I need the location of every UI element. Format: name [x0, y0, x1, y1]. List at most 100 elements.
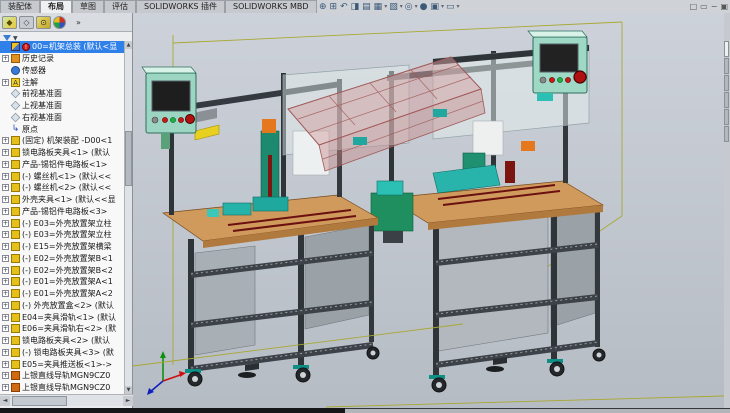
tree-item[interactable]: +(-) E15=外壳放置架横梁: [0, 241, 126, 253]
expand-icon[interactable]: +: [2, 79, 9, 86]
tab-layout[interactable]: 布局: [40, 0, 72, 13]
expand-icon[interactable]: +: [2, 384, 9, 391]
edit-appearance-ball-icon[interactable]: [53, 16, 66, 29]
tree-item[interactable]: +(-) 螺丝机<1> (默认<<: [0, 170, 126, 182]
expand-icon[interactable]: +: [2, 208, 9, 215]
tree-item[interactable]: !00=机架总装 (默认<显: [0, 41, 126, 53]
expand-icon[interactable]: +: [2, 220, 9, 227]
horizontal-scroll-thumb[interactable]: [12, 396, 67, 406]
edit-appearance-icon[interactable]: ●: [419, 1, 429, 13]
display-style-icon[interactable]: ▧: [388, 1, 399, 13]
tree-item[interactable]: 前视基准面: [0, 88, 126, 100]
scroll-right-icon[interactable]: ►: [123, 396, 133, 406]
tab-sw-addins[interactable]: SOLIDWORKS 插件: [136, 0, 225, 13]
tree-item[interactable]: +锁电路板夹具<1> (默认: [0, 147, 126, 159]
tree-item[interactable]: +(-) 锁电路板夹具<3> (默: [0, 347, 126, 359]
tree-item[interactable]: +历史记录: [0, 53, 126, 65]
component-preview-icon[interactable]: ⊙: [36, 16, 51, 29]
tree-item[interactable]: +产品-锡铝件电路板<1>: [0, 159, 126, 171]
taskpane-tab-3[interactable]: [724, 75, 729, 91]
tree-item[interactable]: +上银直线导轨MGN9CZ0: [0, 370, 126, 382]
insert-components-icon[interactable]: ◆: [2, 16, 17, 29]
tree-item[interactable]: +(-) E03=外壳放置架立柱: [0, 229, 126, 241]
tree-item[interactable]: +外壳夹具<1> (默认<<显: [0, 194, 126, 206]
expand-icon[interactable]: +: [2, 184, 9, 191]
scroll-left-icon[interactable]: ◄: [0, 396, 10, 406]
display-style-icon-dropdown[interactable]: ▾: [400, 3, 403, 10]
taskpane-tab-4[interactable]: [724, 92, 729, 108]
previous-view-icon[interactable]: ↶: [339, 1, 349, 13]
view-settings-icon-dropdown[interactable]: ▾: [457, 3, 460, 10]
tree-item[interactable]: +(-) E01=外壳放置架A<2: [0, 288, 126, 300]
tree-item[interactable]: 右视基准面: [0, 112, 126, 124]
view-orientation-icon[interactable]: ▦: [373, 1, 384, 13]
apply-scene-icon[interactable]: ▣: [429, 1, 440, 13]
tree-item[interactable]: +A注解: [0, 76, 126, 88]
restore-window-icon[interactable]: □: [690, 1, 698, 13]
vertical-scroll-thumb[interactable]: [125, 131, 132, 186]
expand-icon[interactable]: +: [2, 325, 9, 332]
scroll-down-icon[interactable]: ▼: [125, 386, 132, 394]
assembly-3d-view[interactable]: [133, 13, 724, 408]
graphics-viewport[interactable]: [133, 13, 724, 408]
zoom-area-icon[interactable]: ⊞: [329, 1, 339, 13]
cascade-window-icon[interactable]: ▭: [700, 1, 708, 13]
section-view-icon[interactable]: ◨: [350, 1, 361, 13]
expand-icon[interactable]: +: [2, 290, 9, 297]
expand-icon[interactable]: +: [2, 278, 9, 285]
expand-icon[interactable]: +: [2, 161, 9, 168]
expand-icon[interactable]: +: [2, 361, 9, 368]
tab-sketch[interactable]: 草图: [72, 0, 104, 13]
tree-item[interactable]: +锁电路板夹具<2> (默认: [0, 335, 126, 347]
annotations-visibility-icon[interactable]: ▤: [361, 1, 372, 13]
expand-icon[interactable]: +: [2, 302, 9, 309]
view-orientation-icon-dropdown[interactable]: ▾: [384, 3, 387, 10]
expand-icon[interactable]: +: [2, 267, 9, 274]
right-hmi-panel[interactable]: [528, 31, 587, 101]
tab-sw-mbd[interactable]: SOLIDWORKS MBD: [225, 0, 317, 13]
tree-item[interactable]: +(固定) 机架装配 -D00<1: [0, 135, 126, 147]
tree-item[interactable]: +上银直线导轨MGN9CZ0: [0, 382, 126, 394]
taskpane-tab-6[interactable]: [724, 126, 729, 142]
zoom-fit-icon[interactable]: ⊕: [318, 1, 328, 13]
taskpane-tab-2[interactable]: [724, 58, 729, 74]
expand-icon[interactable]: +: [2, 55, 9, 62]
tree-horizontal-scrollbar[interactable]: ◄ ►: [0, 394, 133, 406]
tree-item[interactable]: +(-) E03=外壳放置架立柱: [0, 217, 126, 229]
tree-item[interactable]: +(-) 外壳放置盒<2> (默认: [0, 300, 126, 312]
scroll-up-icon[interactable]: ▲: [125, 41, 132, 49]
mate-icon[interactable]: ◇: [19, 16, 34, 29]
tab-evaluate[interactable]: 评估: [104, 0, 136, 13]
expand-icon[interactable]: +: [2, 173, 9, 180]
tree-item[interactable]: 传感器: [0, 65, 126, 77]
taskpane-tab-5[interactable]: [724, 109, 729, 125]
tree-item[interactable]: 上视基准面: [0, 100, 126, 112]
taskpane-tab-1[interactable]: [724, 41, 729, 57]
tree-item[interactable]: +E06=夹具滑轨右<2> (默: [0, 323, 126, 335]
expand-icon[interactable]: +: [2, 349, 9, 356]
expand-icon[interactable]: +: [2, 243, 9, 250]
hide-show-items-icon-dropdown[interactable]: ▾: [415, 3, 418, 10]
tab-assembly[interactable]: 装配体: [0, 0, 40, 13]
expand-icon[interactable]: +: [2, 149, 9, 156]
hide-show-items-icon[interactable]: ◎: [404, 1, 414, 13]
tree-item[interactable]: +(-) 螺丝机<2> (默认<<: [0, 182, 126, 194]
apply-scene-icon-dropdown[interactable]: ▾: [441, 3, 444, 10]
tree-item[interactable]: +(-) E02=外壳放置架B<1: [0, 253, 126, 265]
tree-item[interactable]: +(-) E02=外壳放置架B<2: [0, 264, 126, 276]
tree-item[interactable]: +E04=夹具滑轨<1> (默认: [0, 311, 126, 323]
expand-icon[interactable]: +: [2, 255, 9, 262]
tree-item[interactable]: +产品-锡铝件电路板<3>: [0, 206, 126, 218]
expand-icon[interactable]: +: [2, 337, 9, 344]
expand-icon[interactable]: +: [2, 196, 9, 203]
minimize-window-icon[interactable]: −: [711, 1, 718, 13]
tree-item[interactable]: +(-) E01=外壳放置架A<1: [0, 276, 126, 288]
expand-icon[interactable]: +: [2, 372, 9, 379]
expand-icon[interactable]: +: [2, 137, 9, 144]
expand-icon[interactable]: +: [2, 314, 9, 321]
expand-icon[interactable]: +: [2, 231, 9, 238]
tree-item[interactable]: ↳原点: [0, 123, 126, 135]
toolbar-overflow-icon[interactable]: »: [76, 18, 81, 27]
tree-vertical-scrollbar[interactable]: ▲ ▼: [124, 41, 132, 394]
tree-item[interactable]: +E05=夹具推送板<1>->: [0, 358, 126, 370]
